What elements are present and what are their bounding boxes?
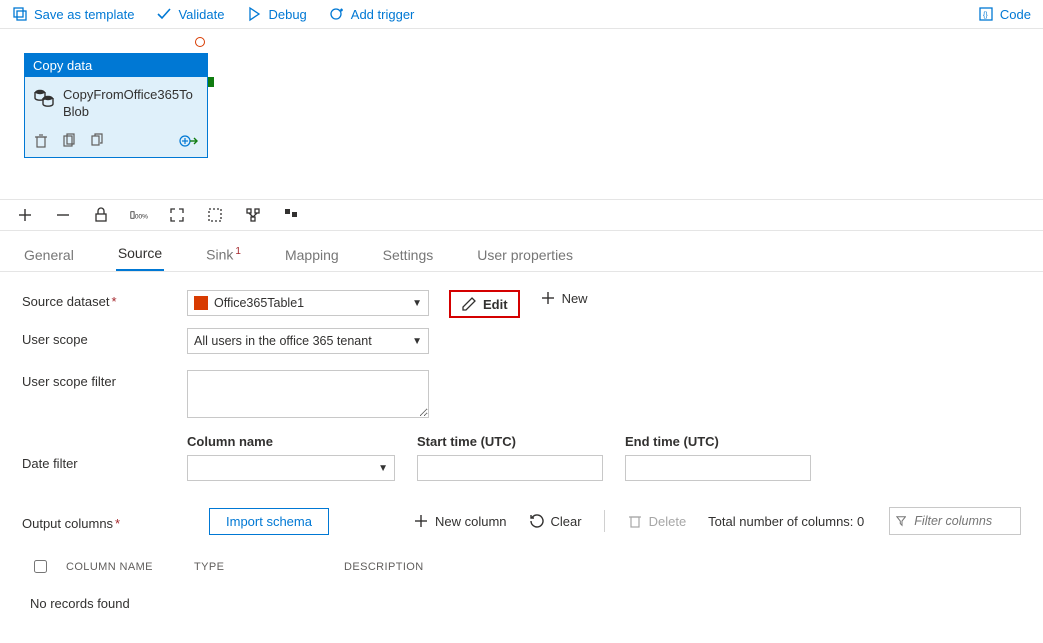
- chevron-down-icon: ▼: [378, 463, 388, 474]
- filter-columns-input[interactable]: [912, 513, 1014, 529]
- svg-text:{}: {}: [983, 12, 988, 19]
- tab-sink[interactable]: Sink1: [204, 240, 243, 271]
- code-button[interactable]: {} Code: [978, 6, 1031, 22]
- col-header-name: COLUMN NAME: [66, 561, 194, 573]
- date-filter-label: Date filter: [22, 434, 187, 471]
- delete-activity-icon[interactable]: [33, 133, 49, 149]
- source-form: Source dataset* Office365Table1 ▼ Edit N…: [0, 272, 1043, 643]
- lock-icon[interactable]: [92, 206, 110, 224]
- plus-icon: [540, 290, 556, 306]
- add-output-icon[interactable]: [179, 133, 199, 149]
- pencil-icon: [461, 296, 477, 312]
- user-scope-filter-input[interactable]: [187, 370, 429, 418]
- source-dataset-dropdown[interactable]: Office365Table1 ▼: [187, 290, 429, 316]
- canvas-toolbar: 00%: [0, 199, 1043, 231]
- pipeline-canvas[interactable]: Copy data CopyFromOffice365ToBlob: [0, 29, 1043, 199]
- edit-dataset-button[interactable]: Edit: [449, 290, 520, 318]
- play-icon: [246, 6, 262, 22]
- clear-label: Clear: [551, 514, 582, 529]
- database-icon: [33, 87, 55, 109]
- save-as-template-button[interactable]: Save as template: [12, 6, 134, 22]
- sink-error-badge: 1: [235, 246, 241, 257]
- activity-output-connector[interactable]: [208, 77, 214, 87]
- debug-label: Debug: [268, 7, 306, 22]
- edit-label: Edit: [483, 297, 508, 312]
- layout-icon[interactable]: [282, 206, 300, 224]
- activity-tabs: General Source Sink1 Mapping Settings Us…: [0, 231, 1043, 272]
- chevron-down-icon: ▼: [412, 336, 422, 347]
- toolbar-divider: [604, 510, 605, 532]
- user-scope-filter-label: User scope filter: [22, 370, 187, 389]
- column-name-sublabel: Column name: [187, 434, 395, 449]
- filter-columns-input-wrap[interactable]: [889, 507, 1021, 535]
- activity-type-label: Copy data: [25, 54, 207, 77]
- select-all-columns-checkbox[interactable]: [34, 560, 47, 573]
- delete-column-button[interactable]: Delete: [627, 513, 687, 529]
- fit-screen-icon[interactable]: [168, 206, 186, 224]
- zoom-100-icon[interactable]: 00%: [130, 206, 148, 224]
- delete-label: Delete: [649, 514, 687, 529]
- new-column-button[interactable]: New column: [413, 513, 507, 529]
- source-dataset-label: Source dataset*: [22, 290, 187, 309]
- activity-name: CopyFromOffice365ToBlob: [63, 87, 199, 121]
- validation-indicator-icon: [195, 37, 205, 47]
- end-time-sublabel: End time (UTC): [625, 434, 811, 449]
- svg-text:00%: 00%: [135, 213, 148, 220]
- col-header-type: TYPE: [194, 561, 344, 573]
- add-trigger-button[interactable]: Add trigger: [329, 6, 415, 22]
- top-toolbar: Save as template Validate Debug Add trig…: [0, 0, 1043, 29]
- remove-icon[interactable]: [54, 206, 72, 224]
- columns-table-header: COLUMN NAME TYPE DESCRIPTION: [22, 551, 1021, 582]
- validate-button[interactable]: Validate: [156, 6, 224, 22]
- clone-activity-icon[interactable]: [61, 133, 77, 149]
- date-filter-column-dropdown[interactable]: ▼: [187, 455, 395, 481]
- filter-icon: [896, 515, 906, 527]
- activity-card-copy-data[interactable]: Copy data CopyFromOffice365ToBlob: [24, 53, 208, 158]
- save-template-label: Save as template: [34, 7, 134, 22]
- new-column-label: New column: [435, 514, 507, 529]
- debug-button[interactable]: Debug: [246, 6, 306, 22]
- source-dataset-value: Office365Table1: [214, 296, 406, 310]
- add-icon[interactable]: [16, 206, 34, 224]
- import-schema-button[interactable]: Import schema: [209, 508, 329, 535]
- chevron-down-icon: ▼: [412, 298, 422, 309]
- auto-align-icon[interactable]: [244, 206, 262, 224]
- start-time-input[interactable]: [417, 455, 603, 481]
- code-icon: {}: [978, 6, 994, 22]
- no-records-message: No records found: [22, 582, 1021, 625]
- end-time-input[interactable]: [625, 455, 811, 481]
- user-scope-dropdown[interactable]: All users in the office 365 tenant ▼: [187, 328, 429, 354]
- user-scope-label: User scope: [22, 328, 187, 347]
- copy-activity-icon[interactable]: [89, 133, 105, 149]
- add-trigger-label: Add trigger: [351, 7, 415, 22]
- validate-label: Validate: [178, 7, 224, 22]
- output-columns-label: Output columns*: [22, 512, 187, 531]
- start-time-sublabel: Start time (UTC): [417, 434, 603, 449]
- code-label: Code: [1000, 7, 1031, 22]
- tab-user-properties[interactable]: User properties: [475, 241, 575, 271]
- office365-icon: [194, 296, 208, 310]
- tab-settings[interactable]: Settings: [381, 241, 436, 271]
- total-columns-text: Total number of columns: 0: [708, 514, 864, 529]
- tab-general[interactable]: General: [22, 241, 76, 271]
- save-template-icon: [12, 6, 28, 22]
- col-header-description: DESCRIPTION: [344, 561, 1021, 573]
- check-icon: [156, 6, 172, 22]
- trigger-icon: [329, 6, 345, 22]
- new-dataset-button[interactable]: New: [540, 290, 588, 306]
- fullscreen-icon[interactable]: [206, 206, 224, 224]
- user-scope-value: All users in the office 365 tenant: [194, 334, 406, 348]
- new-label: New: [562, 291, 588, 306]
- tab-mapping[interactable]: Mapping: [283, 241, 341, 271]
- tab-source[interactable]: Source: [116, 239, 164, 271]
- clear-columns-button[interactable]: Clear: [529, 513, 582, 529]
